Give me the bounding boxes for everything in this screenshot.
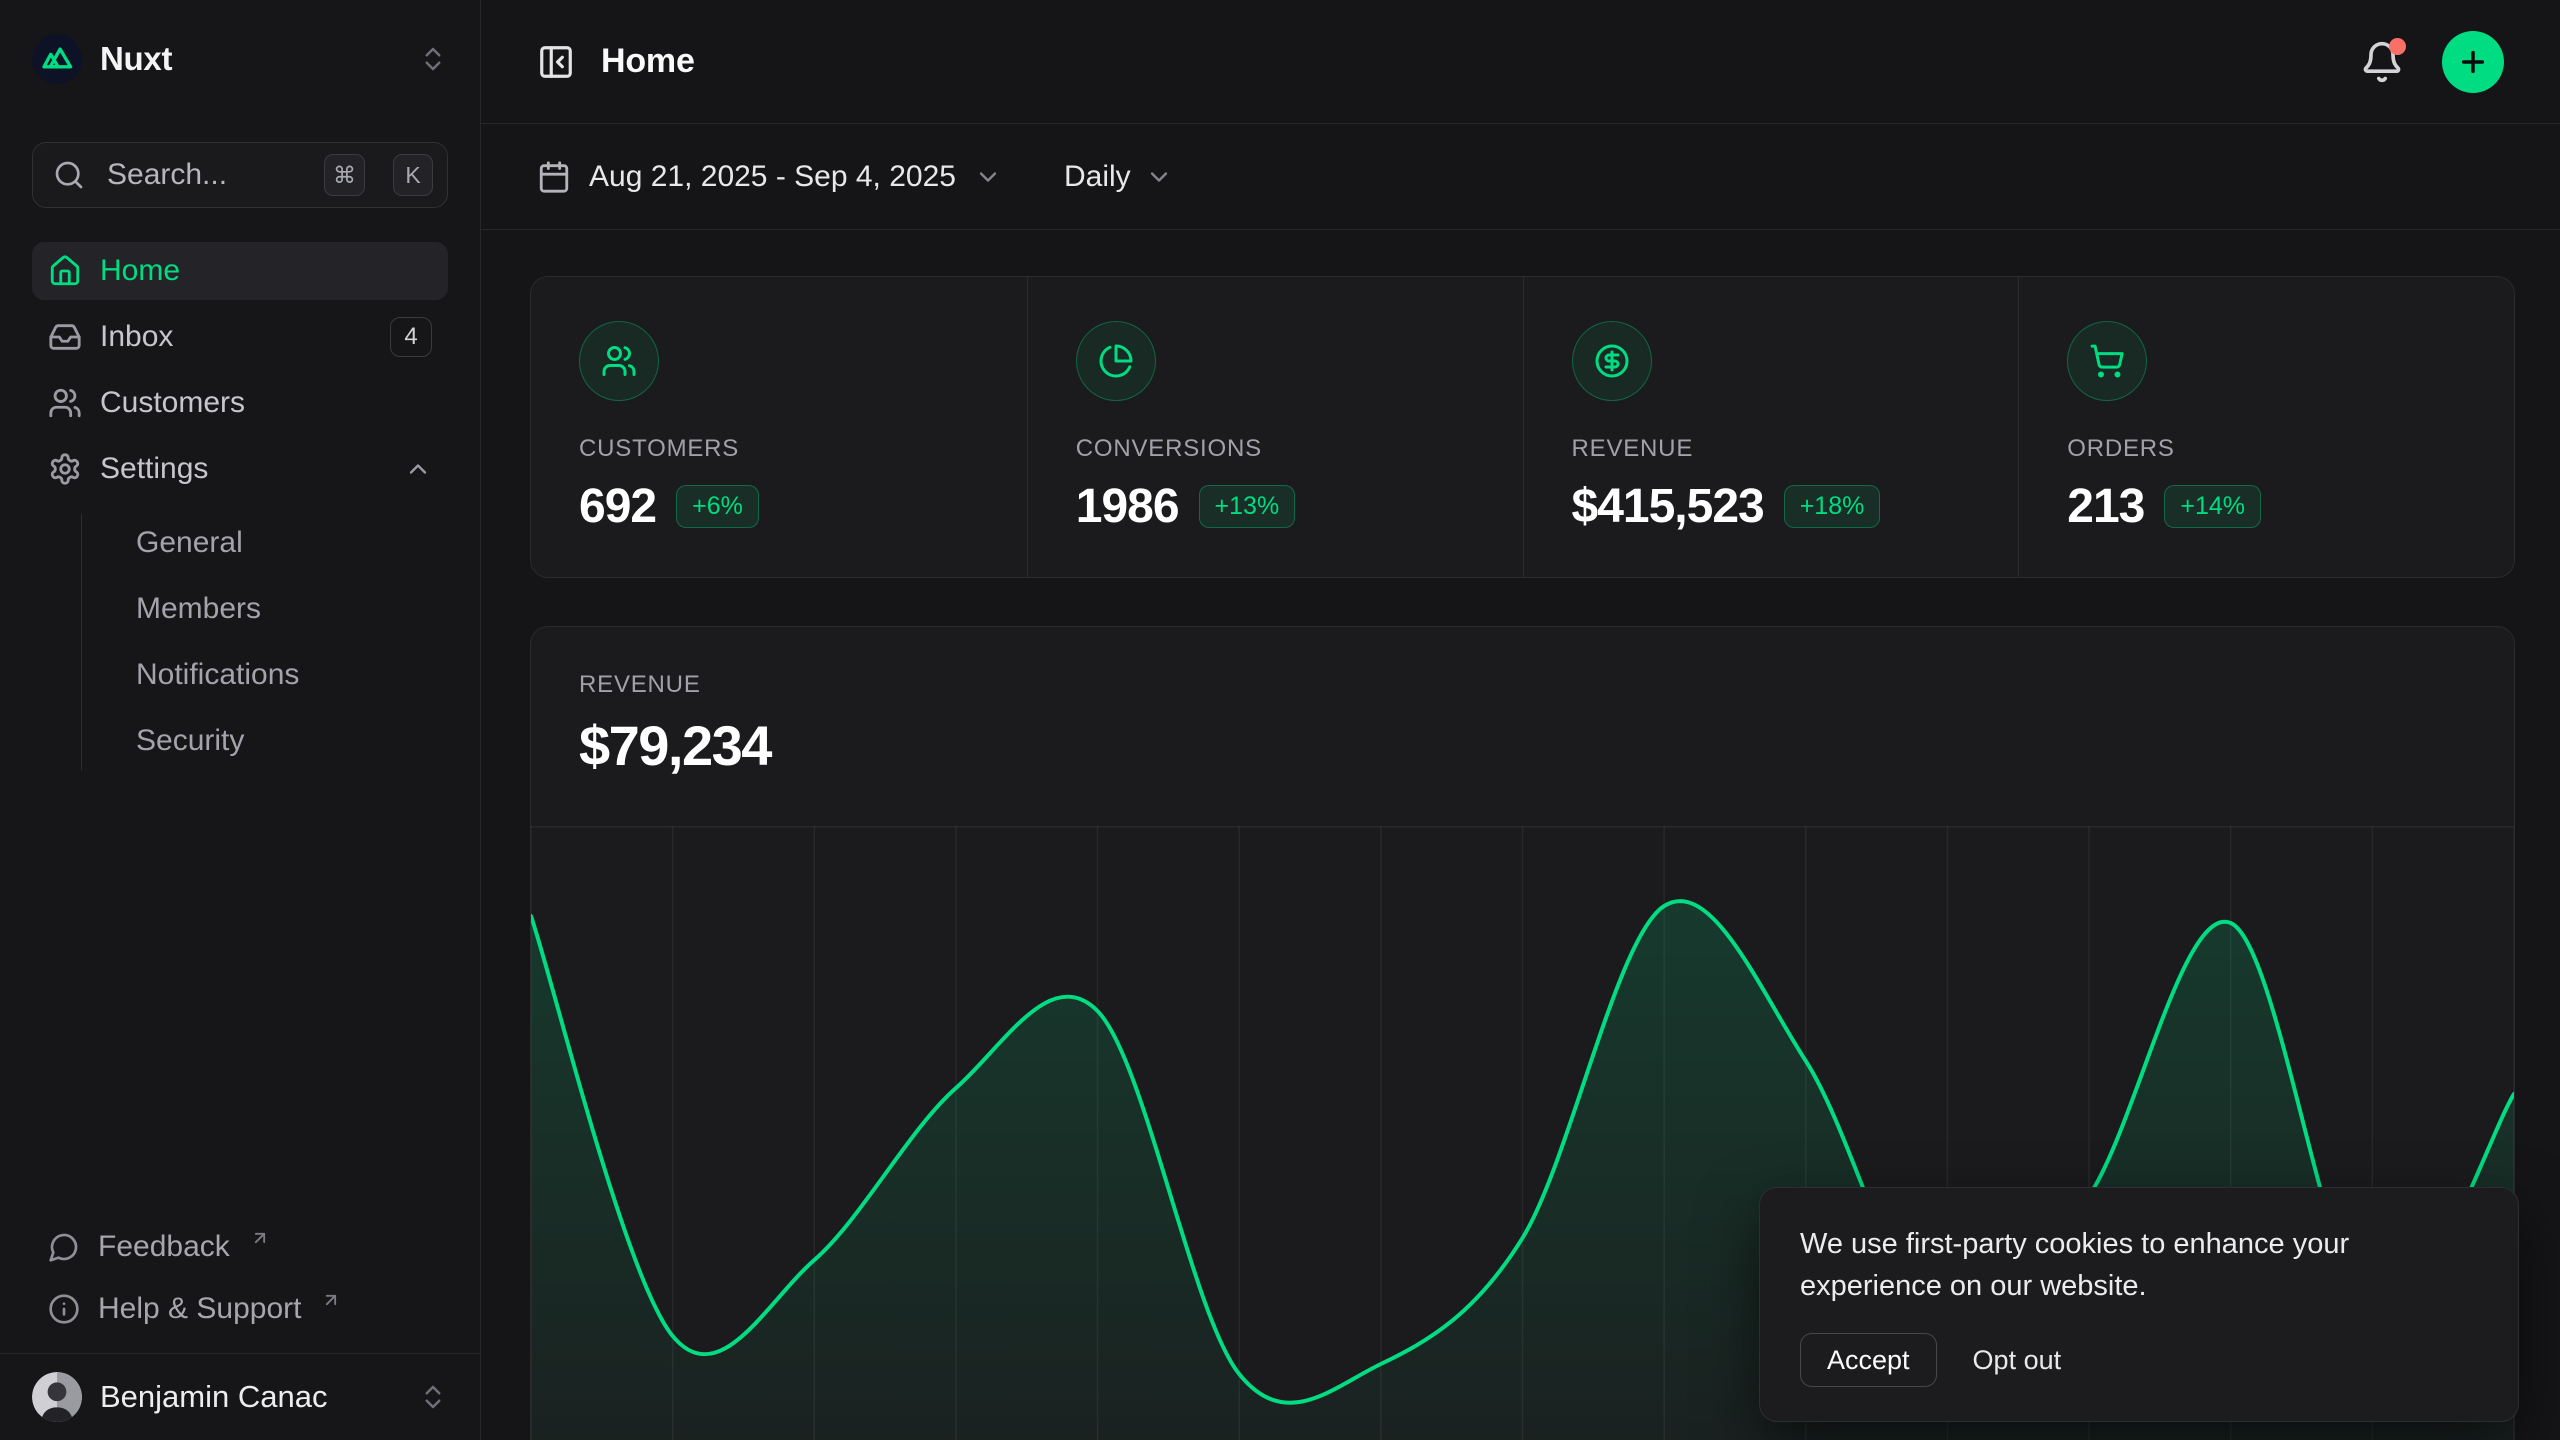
inbox-count-badge: 4 [390,317,432,357]
dollar-circle-icon [1572,321,1652,401]
inbox-icon [48,320,82,354]
sidebar-item-security[interactable]: Security [82,716,448,766]
sidebar-nav: Home Inbox 4 Customers Settings [32,242,448,770]
cookie-banner: We use first-party cookies to enhance yo… [1759,1187,2519,1422]
stat-value: 213 [2067,479,2144,534]
settings-submenu: General Members Notifications Security [81,514,448,770]
revenue-panel-label: REVENUE [579,671,2466,699]
shopping-cart-icon [2067,321,2147,401]
nuxt-logo-icon [32,34,82,84]
chat-bubble-icon [48,1231,80,1263]
chevron-up-icon [404,455,432,483]
header-actions [2360,31,2504,93]
stat-delta-badge: +18% [1784,485,1881,528]
stat-delta-badge: +13% [1199,485,1296,528]
sidebar-item-general[interactable]: General [82,518,448,568]
search-icon [53,159,85,191]
sidebar-item-inbox[interactable]: Inbox 4 [32,308,448,366]
stat-delta-badge: +6% [676,485,759,528]
stat-label: REVENUE [1572,435,1971,463]
sidebar-item-label: Customers [100,386,245,420]
workspace-name: Nuxt [100,40,172,78]
sidebar-footer: Feedback Help & Support [0,1221,480,1353]
sidebar-item-label: Inbox [100,320,173,354]
chevron-down-icon [1145,163,1173,191]
sidebar-item-customers[interactable]: Customers [32,374,448,432]
kbd-k: K [393,154,433,196]
opt-out-button[interactable]: Opt out [1973,1345,2062,1376]
external-link-icon [250,1228,270,1248]
search-input[interactable] [105,157,304,193]
date-range-value: Aug 21, 2025 - Sep 4, 2025 [589,160,956,194]
page-title: Home [601,42,695,81]
notifications-bell-button[interactable] [2360,40,2404,84]
stat-label: CONVERSIONS [1076,435,1475,463]
user-name: Benjamin Canac [100,1379,327,1415]
home-icon [48,254,82,288]
accept-button[interactable]: Accept [1800,1333,1937,1387]
sidebar-item-home[interactable]: Home [32,242,448,300]
stat-value: $415,523 [1572,479,1764,534]
page-header: Home [481,0,2560,124]
avatar [32,1372,82,1422]
revenue-panel-value: $79,234 [579,713,2466,778]
help-support-link[interactable]: Help & Support [32,1283,448,1335]
cookie-actions: Accept Opt out [1800,1333,2478,1387]
granularity-select[interactable]: Daily [1064,160,1173,194]
help-support-label: Help & Support [98,1292,301,1326]
user-menu[interactable]: Benjamin Canac [0,1353,480,1440]
stat-card-revenue[interactable]: REVENUE $415,523 +18% [1523,277,2019,578]
kbd-cmd: ⌘ [324,154,365,196]
sidebar-item-settings[interactable]: Settings [32,440,448,498]
sidebar-item-label: Home [100,254,180,288]
info-circle-icon [48,1293,80,1325]
stat-value: 692 [579,479,656,534]
users-icon [579,321,659,401]
stat-card-conversions[interactable]: CONVERSIONS 1986 +13% [1027,277,1523,578]
sidebar-item-members[interactable]: Members [82,584,448,634]
stats-panel: CUSTOMERS 692 +6% CONVERSIONS 1986 +13% [530,276,2515,578]
stat-label: CUSTOMERS [579,435,979,463]
stat-card-orders[interactable]: ORDERS 213 +14% [2018,277,2514,578]
add-button[interactable] [2442,31,2504,93]
cookie-message: We use first-party cookies to enhance yo… [1800,1224,2400,1307]
stat-value: 1986 [1076,479,1179,534]
chevrons-up-down-icon [418,1382,448,1412]
gear-icon [48,452,82,486]
panel-collapse-icon[interactable] [537,43,575,81]
sidebar-item-label: Settings [100,452,208,486]
sidebar: Nuxt ⌘ K Home Inb [0,0,481,1440]
pie-chart-icon [1076,321,1156,401]
date-range-picker[interactable]: Aug 21, 2025 - Sep 4, 2025 [537,160,1002,194]
notification-dot [2389,38,2406,55]
chevrons-up-down-icon [418,44,448,74]
calendar-icon [537,160,571,194]
stat-card-customers[interactable]: CUSTOMERS 692 +6% [531,277,1027,578]
external-link-icon [321,1290,341,1310]
plus-icon [2457,46,2489,78]
stat-label: ORDERS [2067,435,2466,463]
sidebar-item-notifications[interactable]: Notifications [82,650,448,700]
filters-toolbar: Aug 21, 2025 - Sep 4, 2025 Daily [481,124,2560,230]
stat-delta-badge: +14% [2164,485,2261,528]
feedback-label: Feedback [98,1230,230,1264]
workspace-switcher[interactable]: Nuxt [0,0,480,84]
feedback-link[interactable]: Feedback [32,1221,448,1273]
search-box[interactable]: ⌘ K [32,142,448,208]
users-icon [48,386,82,420]
chevron-down-icon [974,163,1002,191]
granularity-value: Daily [1064,160,1131,194]
